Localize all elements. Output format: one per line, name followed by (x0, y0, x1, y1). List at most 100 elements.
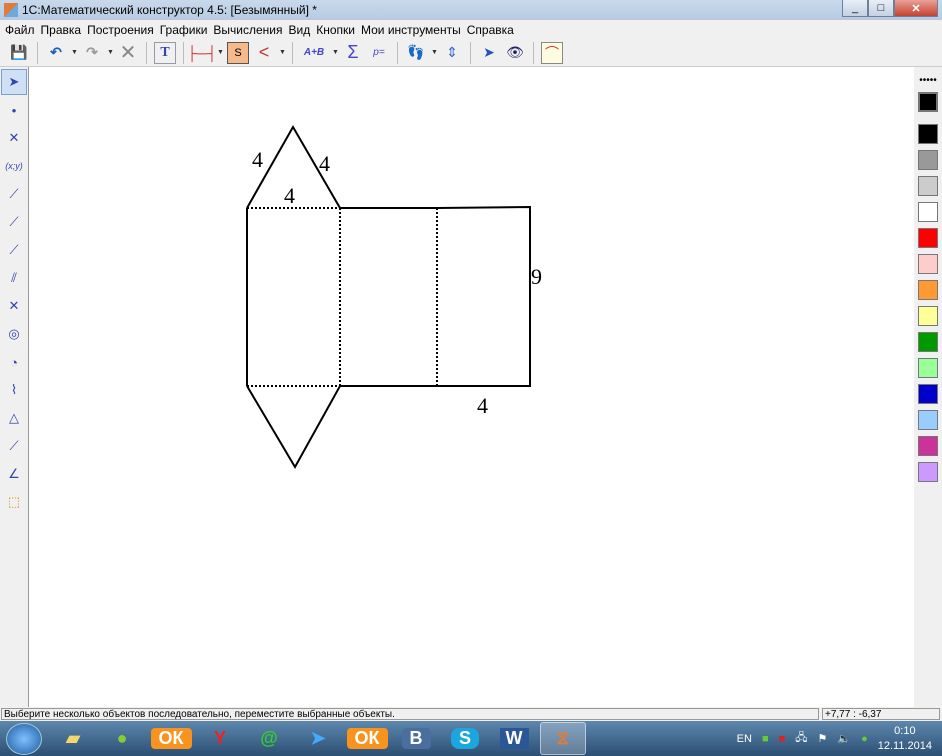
color-swatch[interactable] (918, 124, 938, 144)
color-swatch[interactable] (918, 410, 938, 430)
separator (397, 41, 398, 64)
select-hidden-icon[interactable]: ➤ (478, 42, 500, 64)
app-icon-blue[interactable]: ➤ (295, 722, 341, 755)
save-icon[interactable]: 💾 (8, 42, 30, 64)
color-swatch[interactable] (918, 332, 938, 352)
flag-icon[interactable]: ⚑ (818, 732, 828, 745)
menu-graphs[interactable]: Графики (157, 23, 211, 37)
net-drawing (246, 124, 531, 470)
menu-buttons[interactable]: Кнопки (313, 23, 358, 37)
label-base: 4 (284, 183, 295, 208)
redo-dropdown[interactable]: ▼ (107, 49, 114, 56)
volume-icon[interactable]: 🔈 (837, 732, 851, 745)
color-swatch[interactable] (918, 254, 938, 274)
color-swatch[interactable] (918, 228, 938, 248)
color-swatch[interactable] (918, 384, 938, 404)
ray-tool-icon[interactable]: ⟋ (1, 209, 27, 235)
select-tool-icon[interactable]: ➤ (1, 69, 27, 95)
yandex-browser-icon[interactable]: Y (197, 722, 243, 755)
sum-icon[interactable]: Σ (342, 42, 364, 64)
word-icon[interactable]: W (491, 722, 537, 755)
menu-my-tools[interactable]: Мои инструменты (358, 23, 464, 37)
close-button[interactable]: ✕ (894, 0, 938, 17)
show-hidden-eye-icon[interactable]: 👁 (504, 42, 526, 64)
menu-calculations[interactable]: Вычисления (210, 23, 285, 37)
line-style-icon[interactable]: ••••• (914, 75, 942, 86)
polyline-tool-icon[interactable]: ⌇ (1, 377, 27, 403)
left-tool-panel: ➤ • ✕ (x;y) ⟋ ⟋ ⟋ ⫽ ✕ ◎ ◔ ⌇ △ ⟋ ∠ ⬚ (0, 67, 29, 707)
intersection-point-tool-icon[interactable]: ✕ (1, 125, 27, 151)
expression-icon[interactable]: A+B (300, 42, 328, 64)
graph-window-icon[interactable]: ⌒ (541, 41, 563, 64)
trace-icon[interactable]: 👣 (405, 42, 427, 64)
rect-outline (340, 205, 531, 387)
skype-icon[interactable]: S (442, 722, 488, 755)
circle-tool-icon[interactable]: ◎ (1, 321, 27, 347)
menu-constructions[interactable]: Построения (84, 23, 157, 37)
vector-tool-icon[interactable]: ⟋ (1, 433, 27, 459)
segment-tool-icon[interactable]: ⟋ (1, 181, 27, 207)
separator (37, 41, 38, 64)
start-button[interactable] (6, 722, 42, 755)
menu-help[interactable]: Справка (464, 23, 517, 37)
color-swatch[interactable] (918, 150, 938, 170)
angle-dropdown[interactable]: ▼ (279, 49, 286, 56)
vk-icon[interactable]: B (393, 722, 439, 755)
language-indicator[interactable]: EN (737, 733, 752, 745)
color-swatch[interactable] (918, 202, 938, 222)
line-tool-icon[interactable]: ⟋ (1, 237, 27, 263)
parallel-line-tool-icon[interactable]: ⫽ (1, 265, 27, 291)
clock[interactable]: 0:10 12.11.2014 (878, 724, 932, 754)
title-bar: 1С:Математический конструктор 4.5: [Безы… (0, 0, 942, 20)
clock-date: 12.11.2014 (877, 739, 932, 752)
odnoklassniki-icon-2[interactable]: ОК (344, 722, 390, 755)
tray-pdf-icon[interactable]: ■ (779, 733, 786, 745)
color-swatch[interactable] (918, 358, 938, 378)
text-tool-icon[interactable]: T (154, 41, 176, 64)
mail-agent-icon[interactable]: @ (246, 722, 292, 755)
animation-icon[interactable]: ⇕ (441, 42, 463, 64)
measure-angle-icon[interactable]: < (253, 42, 275, 64)
maximize-button[interactable]: □ (868, 0, 894, 17)
separator (183, 41, 184, 64)
angle-tool-icon[interactable]: ∠ (1, 461, 27, 487)
polygon-tool-icon[interactable]: △ (1, 405, 27, 431)
expression-dropdown[interactable]: ▼ (332, 49, 339, 56)
point-tool-icon[interactable]: • (1, 97, 27, 123)
color-swatch[interactable] (918, 306, 938, 326)
menu-view[interactable]: Вид (286, 23, 314, 37)
separator (146, 41, 147, 64)
odnoklassniki-icon[interactable]: ОК (148, 722, 194, 755)
label-height: 9 (531, 264, 542, 289)
explorer-icon[interactable]: ▰ (50, 722, 96, 755)
parameter-icon[interactable]: p= (368, 42, 390, 64)
separator (533, 41, 534, 64)
network-icon[interactable]: 🖧 (795, 729, 807, 748)
measure-length-icon[interactable]: ├─┤ (187, 42, 217, 64)
arc-tool-icon[interactable]: ◔ (1, 349, 27, 375)
status-bar: Выберите несколько объектов последовател… (0, 707, 942, 721)
minimize-button[interactable]: _ (842, 0, 868, 17)
math-constructor-taskbar-icon[interactable]: ⧖ (540, 722, 586, 755)
delete-icon[interactable]: ✕ (117, 42, 139, 64)
tray-shield-icon[interactable]: ■ (762, 733, 769, 745)
measure-area-icon[interactable]: S (227, 41, 249, 64)
trace-dropdown[interactable]: ▼ (431, 49, 438, 56)
yandex-app-icon[interactable]: ● (99, 722, 145, 755)
transform-tool-icon[interactable]: ⬚ (1, 489, 27, 515)
undo-dropdown[interactable]: ▼ (71, 49, 78, 56)
color-swatch[interactable] (918, 462, 938, 482)
color-swatch[interactable] (918, 280, 938, 300)
perpendicular-tool-icon[interactable]: ✕ (1, 293, 27, 319)
color-swatch[interactable] (918, 176, 938, 196)
redo-icon[interactable]: ↷ (81, 42, 103, 64)
current-color[interactable] (918, 92, 938, 112)
tray-app-icon[interactable]: ● (861, 733, 868, 745)
color-swatch[interactable] (918, 436, 938, 456)
menu-edit[interactable]: Правка (38, 23, 85, 37)
menu-file[interactable]: Файл (2, 23, 38, 37)
coordinates-point-tool[interactable]: (x;y) (1, 153, 27, 179)
measure-dropdown[interactable]: ▼ (217, 49, 224, 56)
undo-icon[interactable]: ↶ (45, 42, 67, 64)
drawing-canvas[interactable]: 4 4 4 9 4 (29, 67, 914, 707)
